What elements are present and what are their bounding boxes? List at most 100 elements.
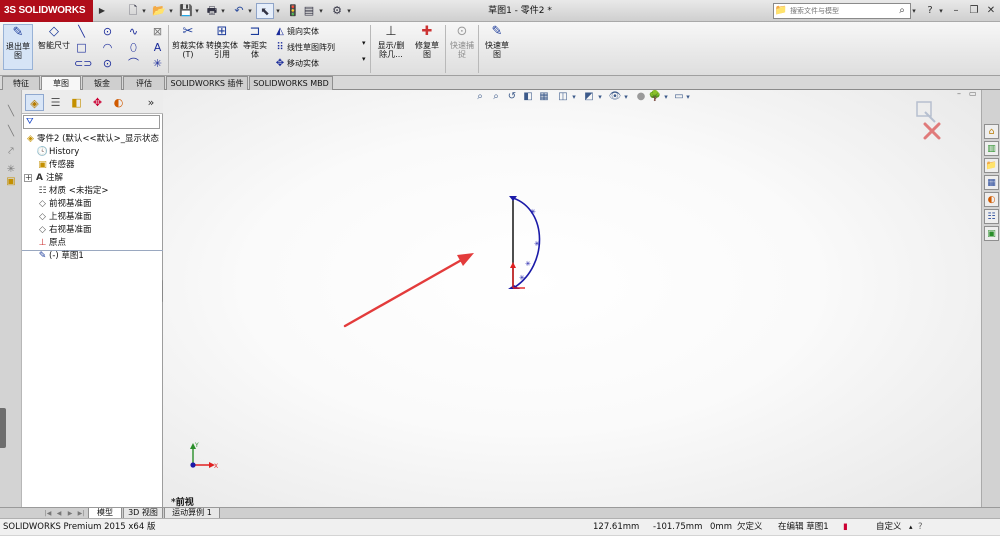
point-icon[interactable]: ✳ xyxy=(150,57,165,71)
ellipse-icon[interactable]: ⬯ xyxy=(126,41,141,55)
linear-pattern-button[interactable]: ⠿ 线性草图阵列 xyxy=(273,41,335,55)
chevron-down-icon[interactable]: ▾ xyxy=(193,3,201,19)
spline-handle[interactable]: ✳ xyxy=(519,274,525,282)
design-library-icon[interactable]: ▥ xyxy=(984,141,999,156)
file-properties-icon[interactable]: ▤ xyxy=(300,3,318,19)
minimize-icon[interactable]: – xyxy=(948,3,964,19)
line-icon[interactable]: ╲ xyxy=(3,104,19,120)
arc-icon[interactable]: ◠ xyxy=(100,41,115,55)
configuration-manager-tab-icon[interactable]: ◧ xyxy=(67,94,86,111)
tree-item-sketch1[interactable]: ✎ (-) 草图1 xyxy=(36,250,84,263)
solidworks-resources-icon[interactable]: ⌂ xyxy=(984,124,999,139)
repair-sketch-button[interactable]: ✚ 修复草图 xyxy=(412,24,442,59)
dimxpert-tab-icon[interactable]: ✥ xyxy=(88,94,107,111)
menu-expand-arrow-icon[interactable]: ▶ xyxy=(95,0,109,22)
view-palette-icon[interactable]: ▦ xyxy=(984,175,999,190)
select-pointer-icon[interactable]: ⬉ xyxy=(256,3,274,19)
move-entities-button[interactable]: ✥ 移动实体 xyxy=(273,57,319,71)
search-icon[interactable]: ⌕ xyxy=(896,3,908,19)
close-icon[interactable]: ✕ xyxy=(984,3,998,19)
tree-item-front-plane[interactable]: ◇ 前视基准面 xyxy=(36,198,91,211)
feature-manager-tab-icon[interactable]: ◈ xyxy=(25,94,44,111)
chevron-down-icon[interactable]: ▾ xyxy=(937,3,945,19)
tab-sheet-metal[interactable]: 钣金 xyxy=(82,76,122,90)
mirror-entities-button[interactable]: ◭ 镜向实体 xyxy=(273,25,319,39)
exit-sketch-button[interactable]: ✎ 退出草图 xyxy=(3,24,33,70)
tag-icon[interactable]: ▣ xyxy=(3,174,19,190)
tab-sketch[interactable]: 草图 xyxy=(41,76,81,91)
panel-collapse-handle[interactable] xyxy=(0,408,6,448)
tree-item-annotations[interactable]: + A 注解 xyxy=(24,172,63,185)
chevron-down-icon[interactable]: ▾ xyxy=(219,3,227,19)
first-tab-icon[interactable]: |◀ xyxy=(43,509,53,518)
unit-system[interactable]: 自定义 xyxy=(876,519,902,536)
property-manager-tab-icon[interactable]: ☰ xyxy=(46,94,65,111)
rebuild-status-icon[interactable]: ▮ xyxy=(843,519,848,536)
chevron-down-icon[interactable]: ▾ xyxy=(362,39,366,47)
last-tab-icon[interactable]: ▶| xyxy=(76,509,86,518)
options-icon[interactable]: ⚙ xyxy=(328,3,346,19)
file-explorer-icon[interactable]: 📁 xyxy=(984,158,999,173)
feature-filter[interactable]: ⛛ xyxy=(23,115,160,129)
convert-entities-button[interactable]: ⊞ 转换实体引用 xyxy=(206,24,238,59)
offset-entities-button[interactable]: ⊐ 等距实体 xyxy=(240,24,270,59)
help-button[interactable]: ? xyxy=(924,3,936,19)
construction-line-icon[interactable]: ╲ xyxy=(3,124,19,140)
tab-solidworks-addins[interactable]: SOLIDWORKS 插件 xyxy=(166,76,248,90)
chevron-down-icon[interactable]: ▾ xyxy=(910,3,918,19)
line-icon[interactable]: ╲ xyxy=(74,25,89,39)
fillet-icon[interactable]: ⌒ xyxy=(126,57,141,71)
tree-item-top-plane[interactable]: ◇ 上视基准面 xyxy=(36,211,91,224)
spline-handle[interactable]: ✳ xyxy=(525,260,531,268)
graphics-area[interactable]: ⌕ ⌕ ↺ ◧ ▦ ◫ ▾ ◩ ▾ 👁 ▾ ● 🌳 ▾ ▭ ▾ – ▭ ✳ ✳ … xyxy=(163,90,981,518)
restore-icon[interactable]: ❐ xyxy=(966,3,982,19)
spline-icon[interactable]: ∿ xyxy=(126,25,141,39)
polygon-icon[interactable]: ⊙ xyxy=(100,57,115,71)
tree-item-origin[interactable]: ⊥ 原点 xyxy=(36,237,66,250)
chevron-down-icon[interactable]: ▾ xyxy=(246,3,254,19)
appearances-icon[interactable]: ◐ xyxy=(984,192,999,207)
tree-item-history[interactable]: 🕓History xyxy=(36,146,79,159)
open-folder-icon[interactable]: 📂 xyxy=(150,3,168,19)
tree-item-sensors[interactable]: ▣ 传感器 xyxy=(36,159,74,172)
search-input[interactable] xyxy=(790,4,890,18)
sketch-geometry[interactable]: ✳ ✳ ✳ ✳ xyxy=(508,196,541,289)
quick-tips-icon[interactable]: ? xyxy=(918,519,923,536)
display-manager-tab-icon[interactable]: ◐ xyxy=(109,94,128,111)
custom-properties-icon[interactable]: ☷ xyxy=(984,209,999,224)
tab-evaluate[interactable]: 评估 xyxy=(123,76,165,90)
display-delete-relations-button[interactable]: ⊥ 显示/删除几... xyxy=(374,24,408,59)
centerline-icon[interactable]: ⤤ xyxy=(3,144,19,160)
search-scope-icon[interactable]: 📁 xyxy=(774,4,788,18)
solidworks-forum-icon[interactable]: ▣ xyxy=(984,226,999,241)
slot-icon[interactable]: ⊂⊃ xyxy=(74,57,92,71)
circle-icon[interactable]: ⊙ xyxy=(100,25,115,39)
rectangle-icon[interactable]: □ xyxy=(74,41,89,55)
tree-item-right-plane[interactable]: ◇ 右视基准面 xyxy=(36,224,91,237)
tab-features[interactable]: 特征 xyxy=(2,76,40,90)
text-icon[interactable]: A xyxy=(150,41,165,55)
sketch-fillet-icon[interactable]: ⊠ xyxy=(150,25,165,39)
solidworks-logo[interactable]: 3S SOLIDWORKS xyxy=(0,0,93,22)
tree-item-material[interactable]: ☷ 材质 <未指定> xyxy=(36,185,108,198)
chevron-down-icon[interactable]: ▾ xyxy=(362,55,366,63)
tree-root[interactable]: ◈ 零件2 (默认<<默认>_显示状态 xyxy=(24,133,159,146)
chevron-up-icon[interactable]: ▴ xyxy=(909,519,913,536)
smart-dimension-button[interactable]: ◇ 智能尺寸 xyxy=(38,24,70,50)
spline-handle[interactable]: ✳ xyxy=(534,240,540,248)
next-tab-icon[interactable]: ▶ xyxy=(65,509,75,518)
rapid-sketch-button[interactable]: ✎ 快速草图 xyxy=(482,24,512,59)
tab-solidworks-mbd[interactable]: SOLIDWORKS MBD xyxy=(249,76,333,90)
expand-tabs-icon[interactable]: » xyxy=(144,94,158,111)
expand-plus-icon[interactable]: + xyxy=(24,173,32,182)
previous-tab-icon[interactable]: ◀ xyxy=(54,509,64,518)
spline-handle[interactable]: ✳ xyxy=(530,208,536,216)
chevron-down-icon[interactable]: ▾ xyxy=(274,3,282,19)
trim-entities-button[interactable]: ✂ 剪裁实体(T) xyxy=(172,24,204,59)
quick-snaps-button[interactable]: ⊙ 快速捕捉 xyxy=(448,24,476,59)
chevron-down-icon[interactable]: ▾ xyxy=(345,3,353,19)
chevron-down-icon[interactable]: ▾ xyxy=(167,3,175,19)
chevron-down-icon[interactable]: ▾ xyxy=(317,3,325,19)
search-box[interactable]: 📁 xyxy=(773,3,911,19)
chevron-down-icon[interactable]: ▾ xyxy=(140,3,148,19)
